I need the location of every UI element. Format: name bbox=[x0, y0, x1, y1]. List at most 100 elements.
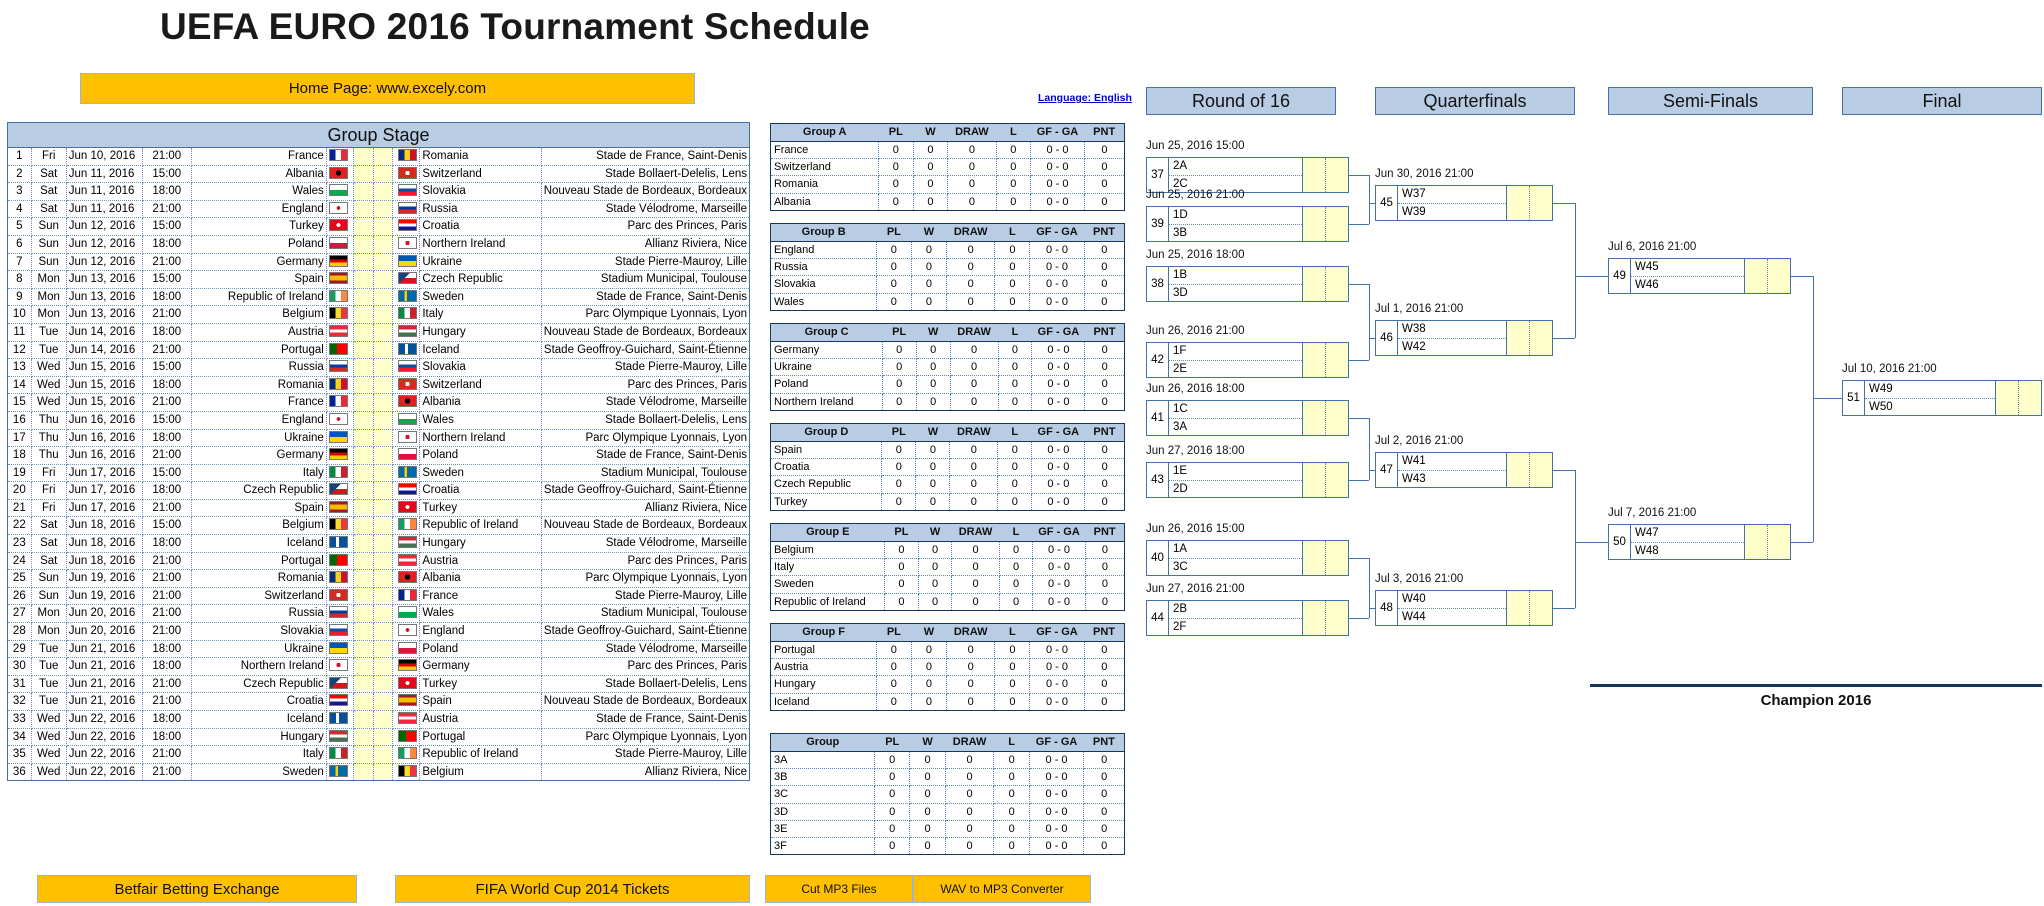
final-match[interactable]: 51 W49 W50 bbox=[1842, 380, 2042, 416]
home-score-input[interactable] bbox=[353, 148, 374, 166]
home-score-input[interactable] bbox=[353, 235, 374, 254]
table-row[interactable]: 4 Sat Jun 11, 2016 21:00 England Russia Stade … bbox=[7, 200, 751, 219]
home-score-input[interactable] bbox=[353, 182, 374, 201]
bracket-score-top[interactable] bbox=[1303, 158, 1326, 192]
bracket-score-bottom[interactable] bbox=[1326, 267, 1348, 301]
table-row[interactable]: 17 Thu Jun 16, 2016 18:00 Ukraine Northern Ir… bbox=[7, 429, 751, 448]
away-score-input[interactable] bbox=[373, 640, 394, 659]
bracket-score-cells[interactable] bbox=[1302, 343, 1348, 377]
round-of-16-match[interactable]: 37 2A 2C bbox=[1146, 157, 1349, 193]
round-of-16-match[interactable]: 42 1F 2E bbox=[1146, 342, 1349, 378]
away-score-input[interactable] bbox=[373, 270, 394, 289]
cut-mp3-button[interactable]: Cut MP3 Files bbox=[765, 875, 913, 903]
bracket-score-bottom[interactable] bbox=[1530, 453, 1552, 487]
bracket-score-bottom[interactable] bbox=[1326, 463, 1348, 497]
away-score-input[interactable] bbox=[373, 200, 394, 219]
home-score-input[interactable] bbox=[353, 341, 374, 360]
table-row[interactable]: 1 Fri Jun 10, 2016 21:00 France Romania Stade … bbox=[7, 148, 751, 166]
table-row[interactable]: 16 Thu Jun 16, 2016 15:00 England Wales Stade … bbox=[7, 411, 751, 430]
home-score-input[interactable] bbox=[353, 217, 374, 236]
away-score-input[interactable] bbox=[373, 481, 394, 500]
table-row[interactable]: 20 Fri Jun 17, 2016 18:00 Czech Republic Croa… bbox=[7, 481, 751, 500]
away-score-input[interactable] bbox=[373, 411, 394, 430]
home-score-input[interactable] bbox=[353, 552, 374, 571]
bracket-score-top[interactable] bbox=[1303, 267, 1326, 301]
table-row[interactable]: 7 Sun Jun 12, 2016 21:00 Germany Ukraine Stade… bbox=[7, 253, 751, 272]
bracket-score-bottom[interactable] bbox=[1530, 591, 1552, 625]
bracket-score-bottom[interactable] bbox=[1326, 158, 1348, 192]
home-score-input[interactable] bbox=[353, 692, 374, 711]
away-score-input[interactable] bbox=[373, 692, 394, 711]
home-score-input[interactable] bbox=[353, 745, 374, 764]
table-row[interactable]: 14 Wed Jun 15, 2016 18:00 Romania Switzerland… bbox=[7, 376, 751, 395]
bracket-score-top[interactable] bbox=[1745, 259, 1768, 293]
quarterfinal-match[interactable]: 48 W40 W44 bbox=[1375, 590, 1553, 626]
home-score-input[interactable] bbox=[353, 411, 374, 430]
home-score-input[interactable] bbox=[353, 358, 374, 377]
home-score-input[interactable] bbox=[353, 569, 374, 588]
bracket-score-top[interactable] bbox=[1303, 401, 1326, 435]
round-of-16-match[interactable]: 41 1C 3A bbox=[1146, 400, 1349, 436]
bracket-score-top[interactable] bbox=[1745, 525, 1768, 559]
home-score-input[interactable] bbox=[353, 604, 374, 624]
quarterfinal-match[interactable]: 47 W41 W43 bbox=[1375, 452, 1553, 488]
home-score-input[interactable] bbox=[353, 657, 374, 676]
table-row[interactable]: 19 Fri Jun 17, 2016 15:00 Italy Sweden Stadium… bbox=[7, 464, 751, 483]
away-score-input[interactable] bbox=[373, 534, 394, 553]
table-row[interactable]: 35 Wed Jun 22, 2016 21:00 Italy Republic of I… bbox=[7, 745, 751, 764]
bracket-score-bottom[interactable] bbox=[1530, 186, 1552, 220]
betfair-button[interactable]: Betfair Betting Exchange bbox=[37, 875, 357, 903]
away-score-input[interactable] bbox=[373, 165, 394, 184]
bracket-score-top[interactable] bbox=[1303, 541, 1326, 575]
bracket-score-top[interactable] bbox=[1303, 601, 1326, 635]
home-score-input[interactable] bbox=[353, 288, 374, 307]
table-row[interactable]: 25 Sun Jun 19, 2016 21:00 Romania Albania Parc… bbox=[7, 569, 751, 588]
bracket-score-bottom[interactable] bbox=[1530, 321, 1552, 355]
away-score-input[interactable] bbox=[373, 604, 394, 624]
table-row[interactable]: 5 Sun Jun 12, 2016 15:00 Turkey Croatia Parc d… bbox=[7, 217, 751, 236]
table-row[interactable]: 13 Wed Jun 15, 2016 15:00 Russia Slovakia Stad… bbox=[7, 358, 751, 377]
bracket-score-cells[interactable] bbox=[1302, 207, 1348, 241]
away-score-input[interactable] bbox=[373, 710, 394, 729]
away-score-input[interactable] bbox=[373, 393, 394, 412]
bracket-score-top[interactable] bbox=[1996, 381, 2019, 415]
home-score-input[interactable] bbox=[353, 728, 374, 747]
away-score-input[interactable] bbox=[373, 148, 394, 166]
home-score-input[interactable] bbox=[353, 464, 374, 483]
away-score-input[interactable] bbox=[373, 552, 394, 571]
away-score-input[interactable] bbox=[373, 429, 394, 448]
away-score-input[interactable] bbox=[373, 376, 394, 395]
table-row[interactable]: 36 Wed Jun 22, 2016 21:00 Sweden Belgium Allia… bbox=[7, 763, 751, 781]
away-score-input[interactable] bbox=[373, 253, 394, 272]
table-row[interactable]: 24 Sat Jun 18, 2016 21:00 Portugal Austria Par… bbox=[7, 552, 751, 571]
table-row[interactable]: 12 Tue Jun 14, 2016 21:00 Portugal Iceland Sta… bbox=[7, 341, 751, 360]
table-row[interactable]: 22 Sat Jun 18, 2016 15:00 Belgium Republic of… bbox=[7, 516, 751, 536]
round-of-16-match[interactable]: 38 1B 3D bbox=[1146, 266, 1349, 302]
bracket-score-top[interactable] bbox=[1303, 463, 1326, 497]
table-row[interactable]: 32 Tue Jun 21, 2016 21:00 Croatia Spain Nouvea… bbox=[7, 692, 751, 711]
away-score-input[interactable] bbox=[373, 182, 394, 201]
away-score-input[interactable] bbox=[373, 763, 394, 781]
away-score-input[interactable] bbox=[373, 499, 394, 518]
home-score-input[interactable] bbox=[353, 640, 374, 659]
home-score-input[interactable] bbox=[353, 393, 374, 412]
bracket-score-bottom[interactable] bbox=[1326, 343, 1348, 377]
home-score-input[interactable] bbox=[353, 763, 374, 781]
language-link[interactable]: Language: English bbox=[1038, 92, 1132, 104]
bracket-score-bottom[interactable] bbox=[1326, 541, 1348, 575]
table-row[interactable]: 10 Mon Jun 13, 2016 21:00 Belgium Italy Parc O… bbox=[7, 305, 751, 324]
home-score-input[interactable] bbox=[353, 323, 374, 342]
bracket-score-top[interactable] bbox=[1507, 453, 1530, 487]
bracket-score-top[interactable] bbox=[1507, 321, 1530, 355]
bracket-score-top[interactable] bbox=[1507, 591, 1530, 625]
away-score-input[interactable] bbox=[373, 288, 394, 307]
bracket-score-bottom[interactable] bbox=[1326, 207, 1348, 241]
away-score-input[interactable] bbox=[373, 446, 394, 465]
table-row[interactable]: 3 Sat Jun 11, 2016 18:00 Wales Slovakia Nouvea… bbox=[7, 182, 751, 201]
table-row[interactable]: 11 Tue Jun 14, 2016 18:00 Austria Hungary Nouv… bbox=[7, 323, 751, 342]
away-score-input[interactable] bbox=[373, 305, 394, 324]
round-of-16-match[interactable]: 39 1D 3B bbox=[1146, 206, 1349, 242]
bracket-score-cells[interactable] bbox=[1506, 591, 1552, 625]
table-row[interactable]: 30 Tue Jun 21, 2016 18:00 Northern Ireland Ge… bbox=[7, 657, 751, 676]
away-score-input[interactable] bbox=[373, 323, 394, 342]
